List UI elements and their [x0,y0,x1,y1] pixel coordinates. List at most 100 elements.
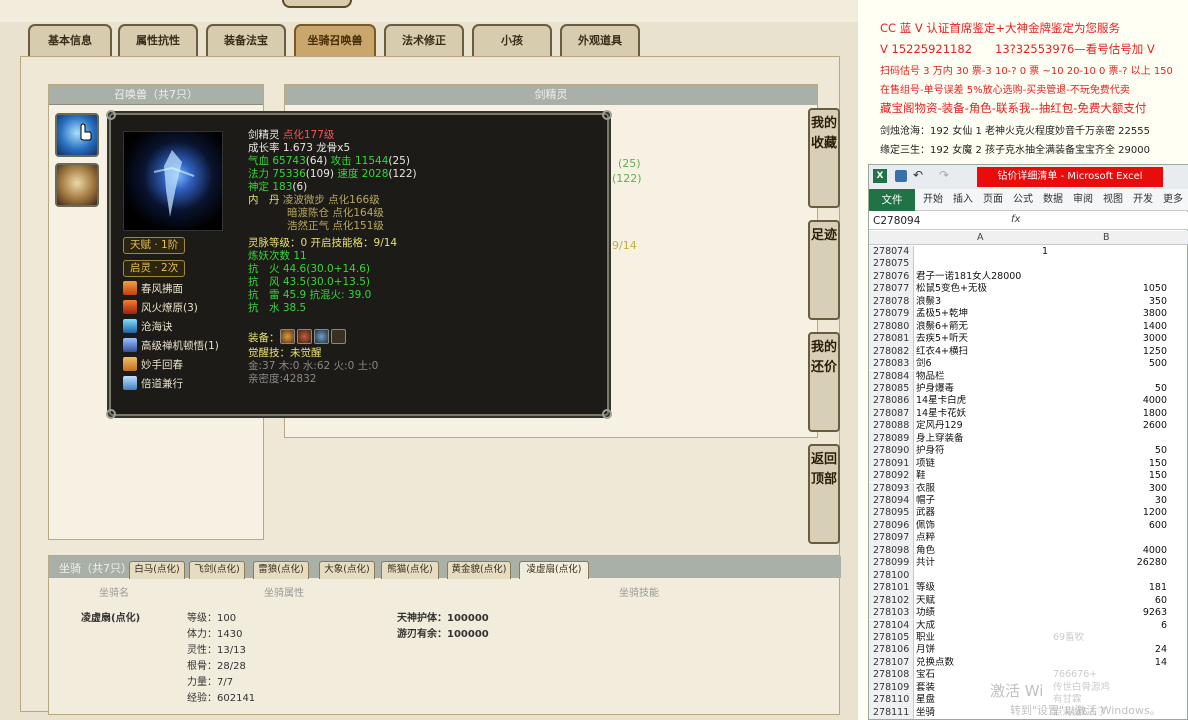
row-number[interactable]: 278089 [869,432,914,446]
ribbon-tab[interactable]: 开发 [1133,189,1153,211]
mount-tab[interactable]: 黄金貌(点化) [447,561,511,579]
sheet-row[interactable]: 278104 大成 6 [869,619,1188,632]
tab-basic-info[interactable]: 基本信息 [28,24,112,56]
sheet-row[interactable]: 278090 护身符 50 [869,445,1188,458]
cell-b[interactable]: 1800 [1049,408,1167,420]
sheet-row[interactable]: 278088 定风丹129 2600 [869,420,1188,433]
cell-a[interactable]: 项链 [916,458,1048,470]
cell-b[interactable]: 500 [1049,358,1167,370]
ribbon-tab[interactable]: 插入 [953,189,973,211]
cell-a[interactable]: 武器 [916,507,1048,519]
row-number[interactable]: 278076 [869,270,914,284]
sheet-row[interactable]: 278079 孟极5+乾坤 3800 [869,308,1188,321]
cell-a[interactable]: 佩饰 [916,520,1048,532]
cell-a[interactable]: 浪鬃6+箭无 [916,321,1048,333]
row-number[interactable]: 278107 [869,656,914,670]
row-number[interactable]: 278078 [869,295,914,309]
row-number[interactable]: 278091 [869,457,914,471]
row-number[interactable]: 278105 [869,631,914,645]
row-number[interactable]: 278092 [869,470,914,483]
sheet-row[interactable]: 278080 浪鬃6+箭无 1400 [869,320,1188,334]
cell-a[interactable]: 1 [916,246,1048,258]
sheet-row[interactable]: 278096 佩饰 600 [869,519,1188,533]
cell-a[interactable]: 共计 [916,557,1048,569]
cell-a[interactable]: 浪鬃3 [916,296,1048,308]
cell-b[interactable]: 150 [1049,458,1167,470]
cell-b[interactable]: 1200 [1049,507,1167,519]
ribbon-tab[interactable]: 公式 [1013,189,1033,211]
ribbon-tab[interactable]: 审阅 [1073,189,1093,211]
cell-b[interactable]: 24 [1049,644,1167,656]
cell-a[interactable]: 14星卡花妖 [916,408,1048,420]
cell-b[interactable]: 4000 [1049,545,1167,557]
sheet-row[interactable]: 278076 君子一诺181女人28000 [869,270,1188,284]
tab-appearance[interactable]: 外观道具 [560,24,640,56]
sheet-row[interactable]: 278093 衣服 300 [869,482,1188,495]
cell-a[interactable]: 君子一诺181女人28000 [916,271,1048,283]
row-number[interactable]: 278085 [869,382,914,396]
cell-b[interactable]: 1400 [1049,321,1167,333]
bargain-button[interactable]: 我的还价 [808,332,840,432]
cell-a[interactable]: 天赋 [916,595,1048,607]
sheet-row[interactable]: 278100 [869,569,1188,583]
row-number[interactable]: 278081 [869,333,914,346]
cell-a[interactable]: 月饼 [916,644,1048,656]
cell-a[interactable]: 功绩 [916,607,1048,619]
sheet-row[interactable]: 278095 武器 1200 [869,507,1188,520]
cell-a[interactable]: 红衣4+横扫 [916,346,1048,358]
col-a-header[interactable]: A [977,232,984,243]
cell-b[interactable]: 1050 [1049,283,1167,295]
summon-slot-2[interactable] [55,163,99,207]
cell-a[interactable]: 大成 [916,620,1048,632]
row-number[interactable]: 278083 [869,358,914,371]
footprint-button[interactable]: 足迹 [808,220,840,320]
row-number[interactable]: 278095 [869,507,914,520]
cell-b[interactable]: 6 [1049,620,1167,632]
cell-b[interactable]: 14 [1049,657,1167,669]
row-number[interactable]: 278094 [869,495,914,508]
cell-a[interactable]: 身上穿装备 [916,433,1048,445]
sheet-row[interactable]: 278081 去疾5+听天 3000 [869,333,1188,346]
row-number[interactable]: 278088 [869,420,914,433]
row-number[interactable]: 278082 [869,345,914,358]
cell-a[interactable]: 去疾5+听天 [916,333,1048,345]
row-number[interactable]: 278074 [869,246,914,259]
sheet-row[interactable]: 278106 月饼 24 [869,644,1188,657]
row-number[interactable]: 278109 [869,681,914,695]
row-number[interactable]: 278101 [869,582,914,595]
row-number[interactable]: 278102 [869,594,914,607]
cell-b[interactable]: 60 [1049,595,1167,607]
row-number[interactable]: 278090 [869,445,914,458]
ribbon-tab[interactable]: 视图 [1103,189,1123,211]
ribbon-tab[interactable]: 更多 [1163,189,1183,211]
cell-a[interactable]: 衣服 [916,483,1048,495]
top-button[interactable] [282,0,352,8]
cell-b[interactable]: 9263 [1049,607,1167,619]
row-number[interactable]: 278079 [869,308,914,321]
cell-a[interactable]: 护身符 [916,445,1048,457]
mount-tab[interactable]: 飞剑(点化) [189,561,245,579]
tab-equipment[interactable]: 装备法宝 [206,24,286,56]
sheet-row[interactable]: 278094 帽子 30 [869,495,1188,508]
cell-b[interactable]: 1250 [1049,346,1167,358]
save-icon[interactable] [895,170,907,182]
row-number[interactable]: 278108 [869,669,914,682]
row-number[interactable]: 278099 [869,557,914,570]
mount-tab[interactable]: 白马(点化) [129,561,185,579]
sheet-row[interactable]: 278102 天赋 60 [869,594,1188,607]
cell-b[interactable]: 150 [1049,470,1167,482]
mount-tab[interactable]: 熊猫(点化) [381,561,439,579]
cell-b[interactable]: 26280 [1049,557,1167,569]
cell-b[interactable]: 3800 [1049,308,1167,320]
sheet-row[interactable]: 278092 鞋 150 [869,470,1188,483]
sheet-row[interactable]: 278086 14星卡白虎 4000 [869,395,1188,408]
row-number[interactable]: 278080 [869,320,914,334]
equip-slot-icon[interactable] [279,329,295,344]
cell-b[interactable]: 50 [1049,445,1167,457]
tab-attributes[interactable]: 属性抗性 [118,24,198,56]
cell-a[interactable]: 职业 [916,632,1048,644]
favorites-button[interactable]: 我的收藏 [808,108,840,208]
ribbon-tab[interactable]: 页面 [983,189,1003,211]
tab-mount-summon[interactable]: 坐骑召唤兽 [294,24,376,56]
row-number[interactable]: 278087 [869,407,914,421]
